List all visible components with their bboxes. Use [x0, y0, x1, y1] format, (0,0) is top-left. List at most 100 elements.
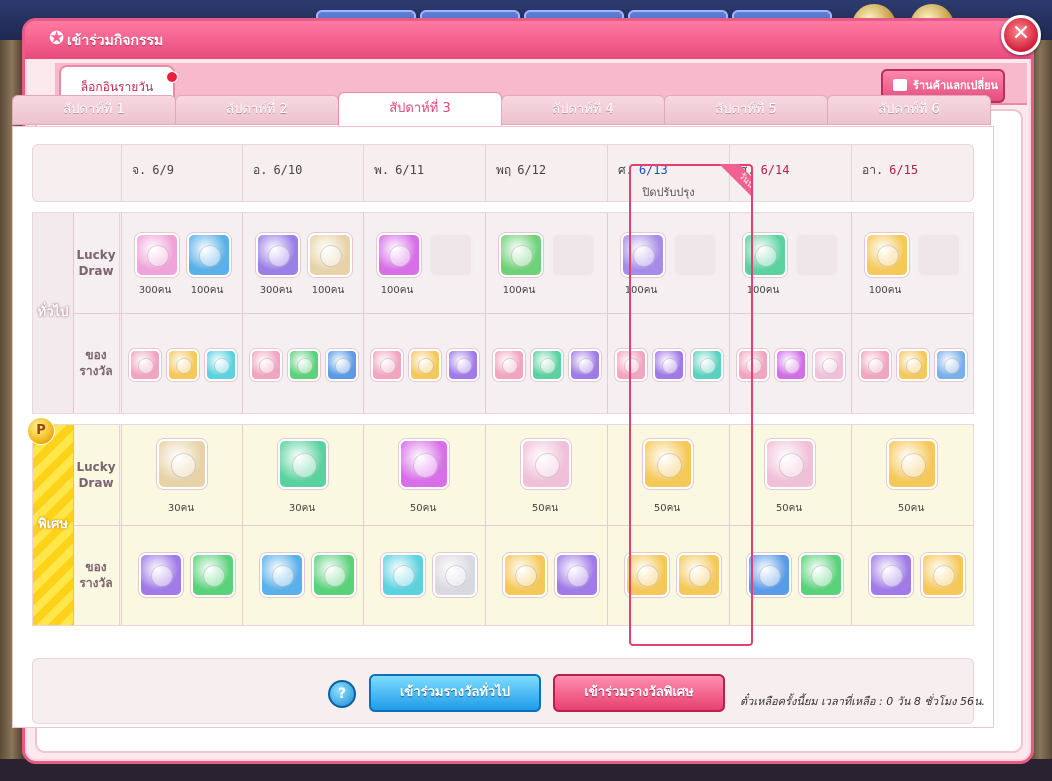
- item-glyph: [700, 358, 716, 374]
- coupon-icon[interactable]: [250, 349, 282, 381]
- coupon-icon[interactable]: [493, 349, 525, 381]
- cracker-icon[interactable]: [499, 233, 543, 277]
- join-general-reward-button[interactable]: เข้าร่วมรางวัลทั่วไป: [369, 674, 541, 712]
- lucky-draw-row-label: Lucky Draw: [73, 213, 120, 313]
- row-divider: [73, 525, 973, 526]
- coupon-icon[interactable]: [859, 349, 891, 381]
- day-of-week: พฤ: [496, 163, 512, 177]
- day-of-week: อา.: [862, 163, 884, 177]
- item-glyph: [389, 245, 411, 267]
- red-gift-icon[interactable]: [677, 553, 721, 597]
- gift-box-icon[interactable]: [381, 553, 425, 597]
- silver-gift-icon[interactable]: [433, 553, 477, 597]
- empty-slot: [551, 233, 595, 277]
- day-date: 6/11: [395, 163, 425, 177]
- gold-coin-icon[interactable]: [869, 553, 913, 597]
- column-divider: [121, 425, 122, 625]
- money-bag-icon[interactable]: [260, 553, 304, 597]
- candy-icon[interactable]: [865, 233, 909, 277]
- gift-box-icon[interactable]: [278, 439, 328, 489]
- coupon-icon[interactable]: [615, 349, 647, 381]
- m-medal-icon[interactable]: [799, 553, 843, 597]
- join-special-reward-button[interactable]: เข้าร่วมรางวัลพิเศษ: [553, 674, 725, 712]
- m-medal-icon[interactable]: [191, 553, 235, 597]
- item-glyph: [214, 358, 230, 374]
- chest-icon[interactable]: [139, 553, 183, 597]
- gift-box-icon[interactable]: [743, 233, 787, 277]
- cracker-icon[interactable]: [921, 553, 965, 597]
- gold-coin-icon[interactable]: [747, 553, 791, 597]
- day-date-label: ศ. 6/13: [618, 161, 668, 180]
- ring-icon[interactable]: [935, 349, 967, 381]
- green-gift-icon[interactable]: [409, 349, 441, 381]
- winner-count: 100คน: [190, 285, 224, 296]
- gold-coin-icon[interactable]: [653, 349, 685, 381]
- gift-box-icon[interactable]: [531, 349, 563, 381]
- item-glyph: [567, 565, 589, 587]
- pouch-icon[interactable]: [308, 233, 352, 277]
- item-glyph: [868, 358, 884, 374]
- empty-slot: [673, 233, 717, 277]
- candy-icon[interactable]: [167, 349, 199, 381]
- candy-icon[interactable]: [897, 349, 929, 381]
- winner-count: 100คน: [380, 285, 414, 296]
- coupon-icon[interactable]: [129, 349, 161, 381]
- gold-coin-icon[interactable]: [326, 349, 358, 381]
- blue-gift-icon[interactable]: [399, 439, 449, 489]
- gift-box-icon[interactable]: [205, 349, 237, 381]
- remaining-time-text: ตั๋วเหลือครั้งนี้ยม เวลาที่เหลือ : 0 วัน…: [740, 695, 986, 708]
- pouch-icon[interactable]: [157, 439, 207, 489]
- tab-week-5[interactable]: สัปดาห์ที่ 5: [664, 95, 828, 125]
- tab-week-3[interactable]: สัปดาห์ที่ 3: [338, 92, 502, 126]
- tab-week-1[interactable]: สัปดาห์ที่ 1: [12, 95, 176, 125]
- item-glyph: [176, 358, 192, 374]
- winner-count: 50คน: [897, 503, 925, 514]
- premium-p-badge-icon: P: [27, 417, 55, 445]
- item-glyph: [578, 358, 594, 374]
- day-of-week: ศ.: [618, 163, 633, 177]
- pink-gift-icon[interactable]: [813, 349, 845, 381]
- day-date-label: จ. 6/9: [132, 161, 174, 180]
- column-divider: [242, 425, 243, 625]
- coupon-icon[interactable]: [737, 349, 769, 381]
- gold-coin-icon[interactable]: [569, 349, 601, 381]
- pink-gift-icon[interactable]: [521, 439, 571, 489]
- column-divider: [851, 425, 852, 625]
- item-glyph: [418, 358, 434, 374]
- close-button[interactable]: ✕: [1001, 15, 1041, 55]
- cracker-icon[interactable]: [447, 349, 479, 381]
- item-glyph: [778, 452, 804, 478]
- candy-icon[interactable]: [135, 233, 179, 277]
- tab-week-4[interactable]: สัปดาห์ที่ 4: [501, 95, 665, 125]
- reward-label: ของ รางวัล: [79, 560, 113, 590]
- m-medal-icon[interactable]: [288, 349, 320, 381]
- blue-gift-icon[interactable]: [377, 233, 421, 277]
- coupon-icon[interactable]: [371, 349, 403, 381]
- item-glyph: [811, 565, 833, 587]
- armor-icon[interactable]: [691, 349, 723, 381]
- pink-gift-icon[interactable]: [765, 439, 815, 489]
- title-bar: ✪ เข้าร่วมกิจกรรม: [25, 21, 1031, 59]
- item-glyph: [515, 565, 537, 587]
- gold-coin-icon[interactable]: [256, 233, 300, 277]
- winner-count: 100คน: [746, 285, 780, 296]
- tab-week-2[interactable]: สัปดาห์ที่ 2: [175, 95, 339, 125]
- purple-gift-icon[interactable]: [555, 553, 599, 597]
- column-divider: [851, 213, 852, 413]
- item-glyph: [324, 565, 346, 587]
- m-medal-icon[interactable]: [312, 553, 356, 597]
- fish-icon[interactable]: [503, 553, 547, 597]
- card-icon[interactable]: [775, 349, 807, 381]
- help-button[interactable]: ?: [328, 680, 356, 708]
- today-ribbon: วันนี้: [710, 164, 751, 205]
- window-title: เข้าร่วมกิจกรรม: [67, 33, 164, 49]
- tab-week-6[interactable]: สัปดาห์ที่ 6: [827, 95, 991, 125]
- column-divider: [121, 213, 122, 413]
- green-gift-icon[interactable]: [625, 553, 669, 597]
- general-section: ทั่วไป Lucky Draw ของ รางวัล 300คน 100คน 3…: [32, 212, 974, 414]
- money-bag-icon[interactable]: [187, 233, 231, 277]
- fish-icon[interactable]: [887, 439, 937, 489]
- premium-ticket-icon[interactable]: [643, 439, 693, 489]
- money-bag-icon[interactable]: [621, 233, 665, 277]
- column-divider: [485, 425, 486, 625]
